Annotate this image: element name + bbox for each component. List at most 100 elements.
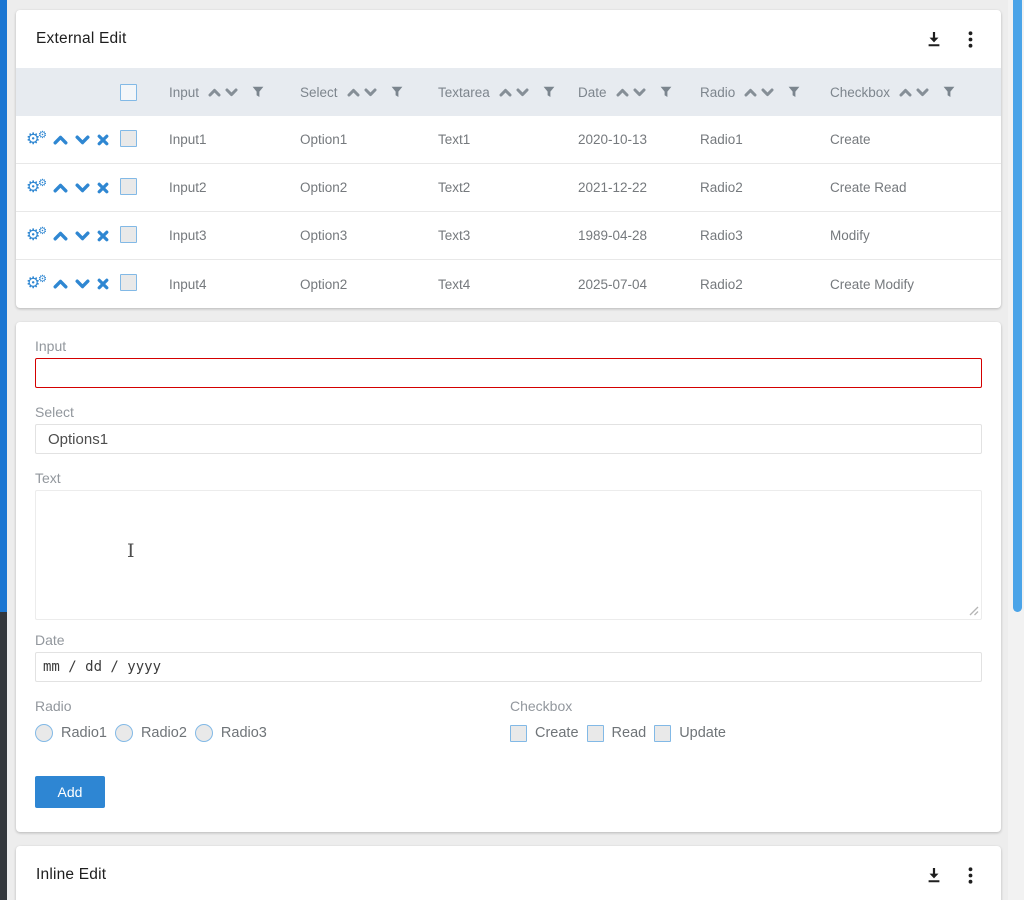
- column-header-checkbox: Checkbox: [830, 85, 1001, 100]
- row-checkbox[interactable]: [120, 178, 137, 195]
- date-group: Date: [35, 632, 982, 682]
- column-label: Input: [169, 85, 199, 100]
- filter-icon[interactable]: [788, 86, 800, 98]
- sort-asc-icon[interactable]: [347, 88, 360, 97]
- sort-desc-icon[interactable]: [516, 88, 529, 97]
- date-label: Date: [35, 632, 982, 648]
- table-header-select-all: [120, 84, 169, 101]
- row-checkbox[interactable]: [120, 226, 137, 243]
- filter-icon[interactable]: [943, 86, 955, 98]
- scrollbar-track: [1008, 0, 1024, 900]
- cell-select: Option1: [300, 132, 438, 147]
- more-options-button[interactable]: [966, 29, 975, 50]
- cell-radio: Radio2: [700, 180, 830, 195]
- move-up-icon[interactable]: [53, 279, 68, 289]
- row-checkbox[interactable]: [120, 130, 137, 147]
- cell-input: Input3: [169, 228, 300, 243]
- move-down-icon[interactable]: [75, 279, 90, 289]
- settings-icon[interactable]: ⚙⚙: [26, 179, 46, 197]
- move-down-icon[interactable]: [75, 135, 90, 145]
- cell-textarea: Text4: [438, 277, 578, 292]
- settings-icon[interactable]: ⚙⚙: [26, 227, 46, 245]
- sort-asc-icon[interactable]: [208, 88, 221, 97]
- text-field[interactable]: [35, 490, 982, 620]
- more-options-button[interactable]: [966, 865, 975, 886]
- radio-option-2[interactable]: [115, 724, 133, 742]
- move-down-icon[interactable]: [75, 183, 90, 193]
- sort-desc-icon[interactable]: [364, 88, 377, 97]
- cell-select: Option3: [300, 228, 438, 243]
- card-title: External Edit: [36, 30, 126, 48]
- kebab-menu-icon: [968, 31, 973, 48]
- sort-desc-icon[interactable]: [633, 88, 646, 97]
- settings-icon[interactable]: ⚙⚙: [26, 131, 46, 149]
- download-icon: [926, 867, 942, 883]
- cell-select: Option2: [300, 180, 438, 195]
- delete-icon[interactable]: [97, 182, 109, 194]
- cell-textarea: Text3: [438, 228, 578, 243]
- select-all-checkbox[interactable]: [120, 84, 137, 101]
- delete-icon[interactable]: [97, 230, 109, 242]
- filter-icon[interactable]: [252, 86, 264, 98]
- cell-textarea: Text2: [438, 180, 578, 195]
- delete-icon[interactable]: [97, 134, 109, 146]
- sort-asc-icon[interactable]: [616, 88, 629, 97]
- table-row: ⚙⚙ Input3 Option3 Text3 1989-04-28 Radio…: [16, 212, 1001, 260]
- column-label: Radio: [700, 85, 735, 100]
- radio-option-1[interactable]: [35, 724, 53, 742]
- select-field[interactable]: Options1: [35, 424, 982, 454]
- filter-icon[interactable]: [391, 86, 403, 98]
- table-row: ⚙⚙ Input4 Option2 Text4 2025-07-04 Radio…: [16, 260, 1001, 308]
- drawer-edge: [0, 0, 7, 900]
- cell-input: Input1: [169, 132, 300, 147]
- column-label: Textarea: [438, 85, 490, 100]
- sort-desc-icon[interactable]: [916, 88, 929, 97]
- filter-icon[interactable]: [543, 86, 555, 98]
- text-label: Text: [35, 470, 982, 486]
- download-button[interactable]: [924, 29, 944, 49]
- checkbox-update[interactable]: [654, 725, 671, 742]
- column-header-textarea: Textarea: [438, 85, 578, 100]
- scrollbar-thumb[interactable]: [1013, 0, 1022, 612]
- delete-icon[interactable]: [97, 278, 109, 290]
- sort-desc-icon[interactable]: [225, 88, 238, 97]
- input-field[interactable]: [35, 358, 982, 388]
- checkbox-group: Checkbox Create Read Update: [510, 698, 982, 743]
- table-header-row: Input Select Textarea Date: [16, 68, 1001, 116]
- sort-asc-icon[interactable]: [744, 88, 757, 97]
- move-down-icon[interactable]: [75, 231, 90, 241]
- cell-textarea: Text1: [438, 132, 578, 147]
- move-up-icon[interactable]: [53, 183, 68, 193]
- filter-icon[interactable]: [660, 86, 672, 98]
- sort-asc-icon[interactable]: [899, 88, 912, 97]
- checkbox-option-label: Create: [535, 725, 579, 741]
- checkbox-create[interactable]: [510, 725, 527, 742]
- checkbox-label: Checkbox: [510, 698, 982, 714]
- settings-icon[interactable]: ⚙⚙: [26, 275, 46, 293]
- add-record-form-card: Input Select Options1 Text I Date: [16, 322, 1001, 832]
- row-checkbox[interactable]: [120, 274, 137, 291]
- move-up-icon[interactable]: [53, 231, 68, 241]
- card-title: Inline Edit: [36, 866, 106, 884]
- radio-option-label: Radio1: [61, 725, 107, 741]
- row-actions: ⚙⚙: [16, 227, 120, 245]
- checkbox-option-label: Read: [612, 725, 647, 741]
- checkbox-read[interactable]: [587, 725, 604, 742]
- select-group: Select Options1: [35, 404, 982, 454]
- cell-radio: Radio1: [700, 132, 830, 147]
- column-label: Checkbox: [830, 85, 890, 100]
- column-header-radio: Radio: [700, 85, 830, 100]
- column-label: Date: [578, 85, 607, 100]
- radio-option-3[interactable]: [195, 724, 213, 742]
- date-field[interactable]: [35, 652, 982, 682]
- add-button[interactable]: Add: [35, 776, 105, 808]
- row-actions: ⚙⚙: [16, 131, 120, 149]
- download-button[interactable]: [924, 865, 944, 885]
- column-label: Select: [300, 85, 338, 100]
- radio-label: Radio: [35, 698, 510, 714]
- move-up-icon[interactable]: [53, 135, 68, 145]
- sort-desc-icon[interactable]: [761, 88, 774, 97]
- cell-date: 2020-10-13: [578, 132, 700, 147]
- cell-checkbox: Create: [830, 132, 1001, 147]
- sort-asc-icon[interactable]: [499, 88, 512, 97]
